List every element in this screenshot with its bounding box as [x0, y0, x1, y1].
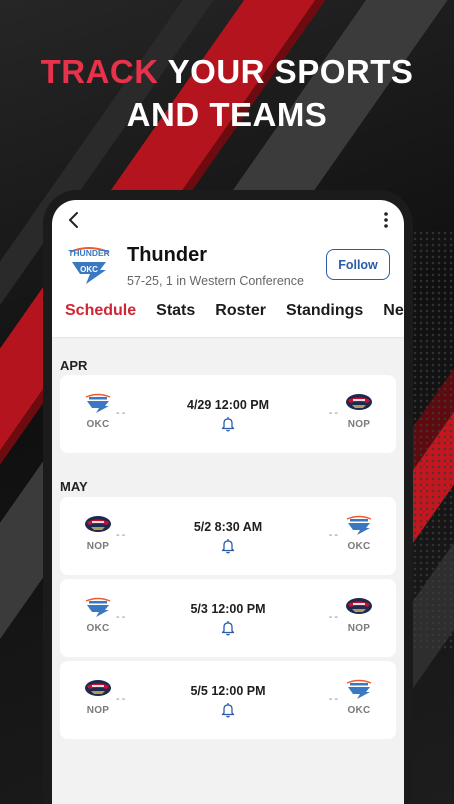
tab-standings[interactable]: Standings	[286, 300, 363, 337]
bell-icon[interactable]	[221, 702, 235, 718]
team-abbr: NOP	[347, 419, 371, 430]
team-record: 57-25, 1 in Western Conference	[127, 274, 304, 288]
team-logo-abbr: OKC	[80, 265, 98, 274]
game-card[interactable]: OKC -- 5/3 12:00 PM -- NOP	[60, 579, 396, 657]
chevron-left-icon[interactable]	[66, 210, 82, 230]
team-tabs: Schedule Stats Roster Standings News	[52, 300, 404, 340]
headline-line2: AND TEAMS	[126, 96, 328, 133]
away-team: NOP	[341, 391, 377, 430]
team-header: THUNDER OKC Thunder 57-25, 1 in Western …	[52, 238, 404, 300]
bell-icon[interactable]	[221, 538, 235, 554]
thunder-logo-icon: THUNDER OKC	[68, 247, 110, 284]
team-abbr: OKC	[347, 541, 371, 552]
game-card[interactable]: NOP -- 5/2 8:30 AM -- OKC	[60, 497, 396, 575]
team-score: --	[328, 407, 340, 419]
away-team: OKC	[341, 513, 377, 552]
away-team: NOP	[341, 595, 377, 634]
game-card[interactable]: OKC -- 4/29 12:00 PM -- NOP	[60, 375, 396, 453]
pelicans-logo-icon	[346, 394, 372, 410]
tab-roster[interactable]: Roster	[215, 300, 266, 337]
team-name: Thunder	[127, 244, 207, 266]
bell-icon[interactable]	[221, 620, 235, 636]
tab-news[interactable]: News	[383, 300, 404, 337]
team-score: --	[328, 529, 340, 541]
tab-stats[interactable]: Stats	[156, 300, 195, 337]
schedule-list: APR OKC -- 4/29 12:00 PM -- NOP MAY NOP -- 5/2…	[52, 338, 404, 804]
team-abbr: OKC	[347, 705, 371, 716]
thunder-logo-icon	[346, 515, 372, 535]
headline: TRACK YOUR SPORTS AND TEAMS	[0, 50, 454, 136]
app-screen: THUNDER OKC Thunder 57-25, 1 in Western …	[52, 200, 404, 804]
month-header-may: MAY	[60, 479, 88, 494]
more-vertical-icon[interactable]	[382, 210, 390, 230]
phone-frame: THUNDER OKC Thunder 57-25, 1 in Western …	[43, 190, 413, 804]
team-logo-text: THUNDER	[68, 248, 110, 258]
game-card[interactable]: NOP -- 5/5 12:00 PM -- OKC	[60, 661, 396, 739]
headline-accent: TRACK	[40, 53, 159, 90]
headline-line1: YOUR SPORTS	[158, 53, 414, 90]
bell-icon[interactable]	[221, 416, 235, 432]
team-score: --	[328, 693, 340, 705]
month-header-apr: APR	[60, 358, 88, 373]
team-score: --	[328, 611, 340, 623]
tab-schedule[interactable]: Schedule	[65, 300, 137, 340]
away-team: OKC	[341, 677, 377, 716]
top-bar	[52, 200, 404, 238]
pelicans-logo-icon	[346, 598, 372, 614]
team-abbr: NOP	[347, 623, 371, 634]
follow-button[interactable]: Follow	[326, 249, 390, 280]
thunder-logo-icon	[346, 679, 372, 699]
